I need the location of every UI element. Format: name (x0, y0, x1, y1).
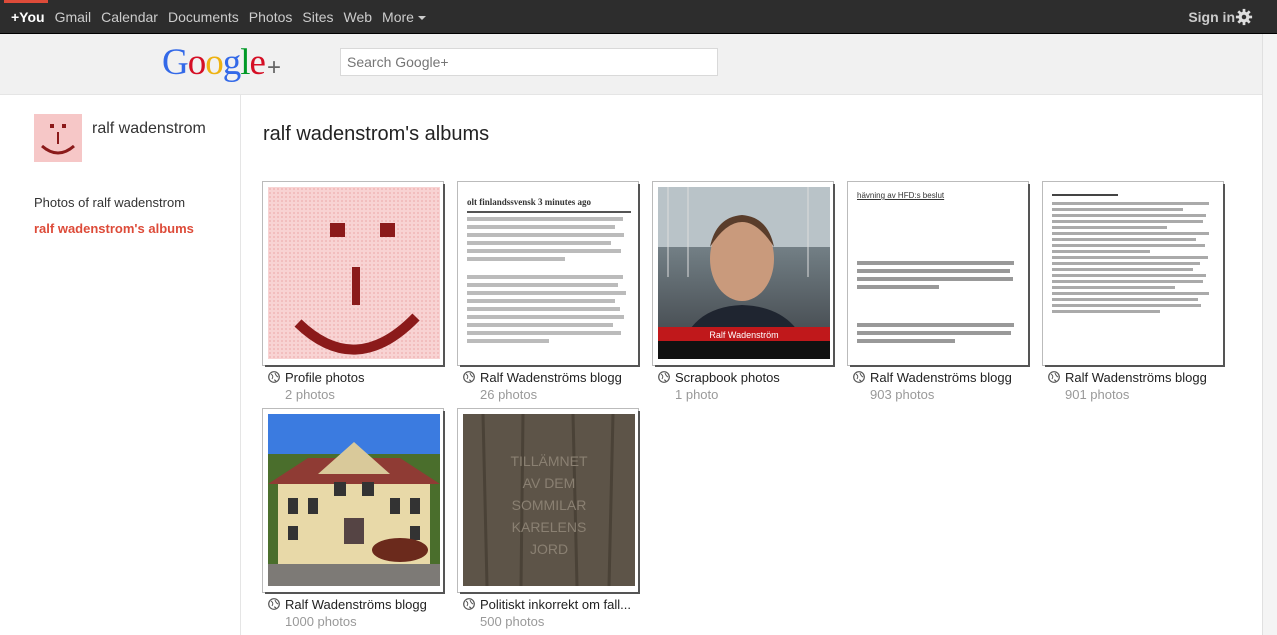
album-title-text: Ralf Wadenströms blogg (480, 370, 622, 385)
album-title-text: Profile photos (285, 370, 365, 385)
nav-you-link[interactable]: +You (11, 9, 45, 25)
user-albums-link[interactable]: ralf wadenstrom's albums (34, 221, 194, 236)
album-thumbnail[interactable]: hävning av HFD:s beslut (848, 182, 1028, 365)
blog-screenshot (1048, 187, 1220, 320)
album-title[interactable]: Scrapbook photos (658, 370, 838, 385)
smiley-face-icon (41, 124, 75, 155)
album-thumbnail[interactable]: Ralf Wadenström (653, 182, 833, 365)
nav-sites-link[interactable]: Sites (302, 9, 333, 25)
blog-screenshot: olt finlandssvensk 3 minutes ago (463, 187, 635, 351)
album-thumbnail[interactable] (1043, 182, 1223, 365)
nav-calendar-link[interactable]: Calendar (101, 9, 158, 25)
photo-count: 901 photos (1065, 387, 1130, 402)
portrait-photo: Ralf Wadenström (658, 187, 830, 359)
gear-icon[interactable] (1235, 8, 1253, 26)
nav-gmail-link[interactable]: Gmail (55, 9, 92, 25)
album-title[interactable]: Ralf Wadenströms blogg (853, 370, 1033, 385)
svg-text:SOMMILAR: SOMMILAR (512, 497, 587, 513)
nav-photos-link[interactable]: Photos (249, 9, 293, 25)
photo-count: 1000 photos (285, 614, 357, 629)
album-thumbnail[interactable] (263, 409, 443, 592)
nav-web-link[interactable]: Web (344, 9, 373, 25)
blog-header-text: hävning av HFD:s beslut (857, 191, 945, 200)
sign-in-link[interactable]: Sign in (1188, 9, 1235, 25)
profile-sidebar: ralf wadenstrom Photos of ralf wadenstro… (0, 95, 241, 635)
album-thumbnail[interactable] (263, 182, 443, 365)
globe-icon (463, 598, 475, 610)
profile-name[interactable]: ralf wadenstrom (92, 120, 212, 138)
google-plus-logo[interactable]: Google+ (162, 43, 281, 83)
blog-screenshot: hävning av HFD:s beslut (853, 187, 1025, 351)
nav-documents-link[interactable]: Documents (168, 9, 239, 25)
globe-icon (463, 371, 475, 383)
vertical-scrollbar[interactable] (1262, 34, 1277, 635)
avatar[interactable] (34, 114, 82, 162)
photo-count: 903 photos (870, 387, 935, 402)
svg-text:JORD: JORD (530, 541, 568, 557)
blog-header-text: olt finlandssvensk 3 minutes ago (467, 197, 592, 207)
top-navigation-bar: +You Gmail Calendar Documents Photos Sit… (0, 0, 1277, 34)
caption-text: Ralf Wadenström (709, 330, 778, 340)
svg-text:KARELENS: KARELENS (512, 519, 587, 535)
album-thumbnail[interactable]: TILLÄMNET AV DEM SOMMILAR KARELENS JORD (458, 409, 638, 592)
top-nav-links: +You Gmail Calendar Documents Photos Sit… (0, 0, 426, 33)
album-title-text: Ralf Wadenströms blogg (1065, 370, 1207, 385)
globe-icon (1048, 371, 1060, 383)
photo-count: 500 photos (480, 614, 545, 629)
album-title-text: Ralf Wadenströms blogg (285, 597, 427, 612)
album-title[interactable]: Ralf Wadenströms blogg (268, 597, 448, 612)
album-title[interactable]: Politiskt inkorrekt om fall... (463, 597, 643, 612)
album-title[interactable]: Profile photos (268, 370, 448, 385)
globe-icon (853, 371, 865, 383)
globe-icon (658, 371, 670, 383)
inscription-text: TILLÄMNET (510, 453, 587, 469)
album-thumbnail[interactable]: olt finlandssvensk 3 minutes ago (458, 182, 638, 365)
photo-count: 2 photos (285, 387, 335, 402)
album-title-text: Politiskt inkorrekt om fall... (480, 597, 631, 612)
album-title-text: Ralf Wadenströms blogg (870, 370, 1012, 385)
album-title[interactable]: Ralf Wadenströms blogg (1048, 370, 1228, 385)
photo-count: 26 photos (480, 387, 538, 402)
nav-more-menu[interactable]: More (382, 9, 426, 25)
page-title: ralf wadenstrom's albums (263, 123, 490, 145)
album-title-text: Scrapbook photos (675, 370, 780, 385)
search-input[interactable] (340, 48, 718, 76)
house-photo (268, 414, 440, 586)
logo-plus: + (266, 54, 281, 81)
photo-count: 1 photo (675, 387, 719, 402)
smiley-face-icon (268, 187, 440, 359)
svg-text:AV DEM: AV DEM (523, 475, 576, 491)
globe-icon (268, 598, 280, 610)
photos-of-user-link[interactable]: Photos of ralf wadenstrom (34, 195, 185, 210)
album-title[interactable]: Ralf Wadenströms blogg (463, 370, 643, 385)
globe-icon (268, 371, 280, 383)
engraved-wood-photo: TILLÄMNET AV DEM SOMMILAR KARELENS JORD (463, 414, 635, 586)
page-header: Google+ (0, 34, 1263, 95)
